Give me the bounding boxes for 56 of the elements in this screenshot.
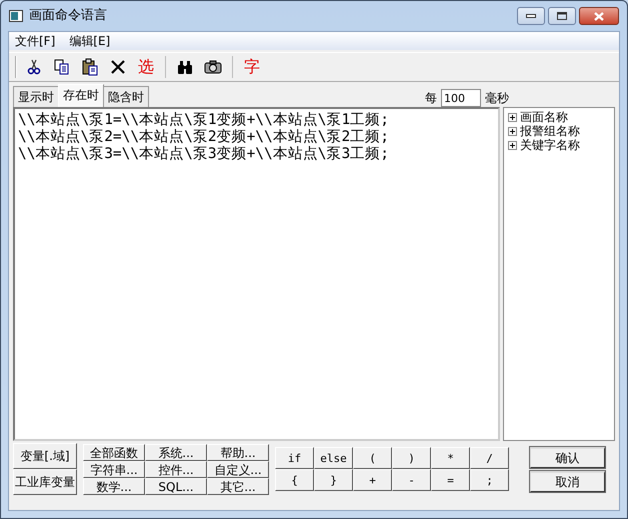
- tab[interactable]: 隐含时: [103, 86, 149, 107]
- operator-button[interactable]: *: [431, 447, 470, 469]
- scissors-icon: [25, 58, 43, 76]
- tree-item[interactable]: 报警组名称: [520, 124, 580, 138]
- function-button[interactable]: 系统...: [145, 444, 207, 461]
- app-icon: [9, 10, 23, 22]
- function-button[interactable]: 自定义...: [207, 461, 269, 478]
- operator-button[interactable]: if: [275, 447, 314, 469]
- menu-item[interactable]: 编辑[E]: [69, 32, 110, 50]
- variable-button[interactable]: 工业库变量: [13, 469, 77, 495]
- close-button[interactable]: [579, 7, 619, 25]
- function-button[interactable]: 字符串...: [83, 461, 145, 478]
- clipboard-icon: [81, 58, 99, 76]
- operator-button[interactable]: ;: [470, 469, 509, 491]
- expand-icon[interactable]: [508, 112, 517, 122]
- function-button[interactable]: 其它...: [207, 478, 269, 495]
- code-editor[interactable]: \\本站点\泵1=\\本站点\泵1变频+\\本站点\泵1工频; \\本站点\泵2=\\本站点\泵2变频+\\本站点\泵2工频; \\本站点\泵3=\\本站点\泵3变频+\\本站点\泵3工频;: [13, 107, 500, 441]
- function-button[interactable]: 全部函数: [83, 444, 145, 461]
- tree-item[interactable]: 关键字名称: [520, 138, 580, 152]
- copy-icon: [53, 58, 71, 76]
- window-title: 画面命令语言: [29, 7, 107, 26]
- toolbar-button[interactable]: 选: [135, 56, 157, 78]
- operator-button[interactable]: {: [275, 469, 314, 491]
- function-button[interactable]: 数学...: [83, 478, 145, 495]
- operator-button[interactable]: /: [470, 447, 509, 469]
- operator-button[interactable]: =: [431, 469, 470, 491]
- menu-item[interactable]: 文件[F]: [15, 32, 56, 50]
- tab[interactable]: 存在时: [58, 84, 104, 107]
- dialog-button[interactable]: 取消: [530, 471, 605, 492]
- tab[interactable]: 显示时: [13, 86, 59, 107]
- tree-item[interactable]: 画面名称: [520, 110, 568, 124]
- operator-button[interactable]: }: [314, 469, 353, 491]
- variable-button[interactable]: 变量[.域]: [13, 443, 77, 469]
- function-button[interactable]: 控件...: [145, 461, 207, 478]
- maximize-icon: [557, 12, 567, 20]
- operator-button[interactable]: +: [353, 469, 392, 491]
- camera-icon: [204, 58, 222, 76]
- function-button[interactable]: 帮助...: [207, 444, 269, 461]
- operator-button[interactable]: else: [314, 447, 353, 469]
- dialog-button[interactable]: 确认: [530, 447, 605, 468]
- expand-icon[interactable]: [508, 140, 517, 150]
- binoculars-icon: [176, 58, 194, 76]
- interval-field[interactable]: 100: [441, 89, 481, 107]
- interval-label: 每: [425, 90, 437, 107]
- unit-label: 毫秒: [485, 90, 509, 107]
- minimize-icon: [526, 14, 536, 18]
- operator-button[interactable]: (: [353, 447, 392, 469]
- expand-icon[interactable]: [508, 126, 517, 136]
- minimize-button[interactable]: [517, 7, 545, 25]
- delete-icon: [109, 58, 127, 76]
- toolbar-button[interactable]: 字: [241, 56, 263, 78]
- operator-button[interactable]: -: [392, 469, 431, 491]
- operator-button[interactable]: ): [392, 447, 431, 469]
- function-button[interactable]: SQL...: [145, 478, 207, 495]
- close-icon: [594, 12, 604, 20]
- maximize-button[interactable]: [548, 7, 576, 25]
